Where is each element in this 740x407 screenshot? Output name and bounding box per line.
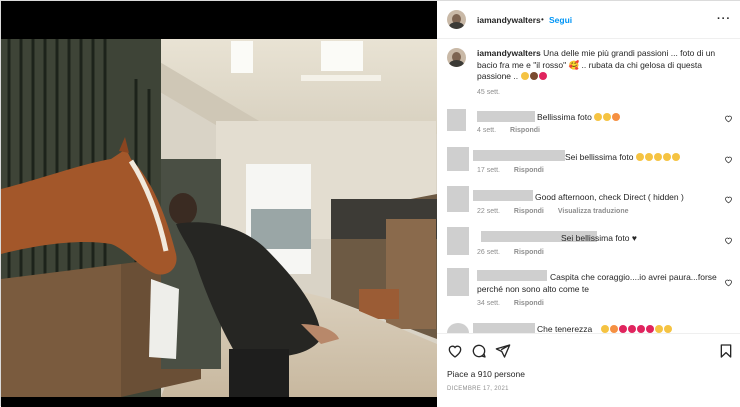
comment-time: 34 sett. (477, 300, 500, 307)
comment-text-line2: perché non sono alto come te (477, 284, 589, 294)
header-separator: • (541, 15, 544, 24)
post-image[interactable] (1, 1, 437, 407)
avatar[interactable] (447, 10, 466, 29)
comment-time: 17 sett. (477, 167, 500, 174)
avatar[interactable] (447, 147, 469, 171)
heart-icon[interactable] (724, 236, 733, 245)
heart-icon[interactable] (724, 114, 733, 123)
reply-button[interactable]: Rispondi (510, 127, 540, 134)
post-sidebar: iamandywalters • Segui ··· iamandywalter… (437, 1, 740, 407)
redacted-username (473, 150, 565, 161)
comment-time: 22 sett. (477, 208, 500, 215)
heart-icon[interactable] (724, 155, 733, 164)
reply-button[interactable]: Rispondi (514, 167, 544, 174)
comment-text: Good afternoon, check Direct ( hidden ) (535, 192, 684, 202)
bookmark-icon[interactable] (718, 343, 734, 359)
reply-button[interactable]: Rispondi (514, 249, 544, 256)
avatar[interactable] (447, 48, 466, 67)
caption-emoji (520, 71, 548, 81)
comment-item: Sei bellissima foto ♥ 26 sett. Rispondi (437, 225, 740, 263)
comment-item: Bellissima foto 4 sett. Rispondi (437, 106, 740, 144)
comment-text: Sei bellissima foto (565, 152, 681, 162)
heart-icon[interactable] (724, 195, 733, 204)
avatar[interactable] (447, 323, 469, 333)
comment-time: 26 sett. (477, 249, 500, 256)
comment-item: Che tenerezza (437, 319, 740, 333)
redacted-username (473, 323, 535, 333)
heart-icon[interactable] (724, 278, 733, 287)
follow-button[interactable]: Segui (549, 15, 572, 25)
comment-item: Caspita che coraggio....io avrei paura..… (437, 266, 740, 310)
comment-text: Che tenerezza (537, 324, 673, 333)
caption-username[interactable]: iamandywalters (477, 48, 541, 58)
comment-text: Sei bellissima foto ♥ (561, 233, 637, 243)
comment-text: Caspita che coraggio....io avrei paura..… (550, 272, 717, 282)
caption-text-block: iamandywalters Una delle mie più grandi … (477, 48, 733, 98)
reply-button[interactable]: Rispondi (514, 208, 544, 215)
paper-plane-icon[interactable] (495, 343, 511, 359)
reply-button[interactable]: Rispondi (514, 300, 544, 307)
comment-item: Good afternoon, check Direct ( hidden ) … (437, 185, 740, 223)
post-date: DICEMBRE 17, 2021 (447, 386, 509, 392)
comment-text: Bellissima foto (537, 112, 621, 122)
likes-count[interactable]: Piace a 910 persone (447, 369, 525, 379)
more-options-icon[interactable]: ··· (717, 13, 731, 25)
comment-icon[interactable] (471, 343, 487, 359)
post-actions: Piace a 910 persone DICEMBRE 17, 2021 (437, 333, 740, 407)
avatar[interactable] (447, 268, 469, 296)
redacted-username (473, 190, 533, 201)
avatar[interactable] (447, 109, 466, 131)
avatar[interactable] (447, 227, 469, 255)
stable-photo (1, 39, 437, 397)
redacted-username (477, 111, 535, 122)
comment-time: 4 sett. (477, 127, 497, 134)
header-username[interactable]: iamandywalters (477, 15, 541, 25)
translate-button[interactable]: Visualizza traduzione (558, 208, 629, 215)
comment-item: Sei bellissima foto 17 sett. Rispondi (437, 146, 740, 184)
caption-time: 45 sett. (477, 88, 500, 96)
post-modal: iamandywalters • Segui ··· iamandywalter… (0, 0, 740, 407)
redacted-username (477, 270, 547, 281)
post-header: iamandywalters • Segui ··· (437, 1, 740, 39)
heart-icon[interactable] (447, 343, 463, 359)
avatar[interactable] (447, 186, 469, 212)
